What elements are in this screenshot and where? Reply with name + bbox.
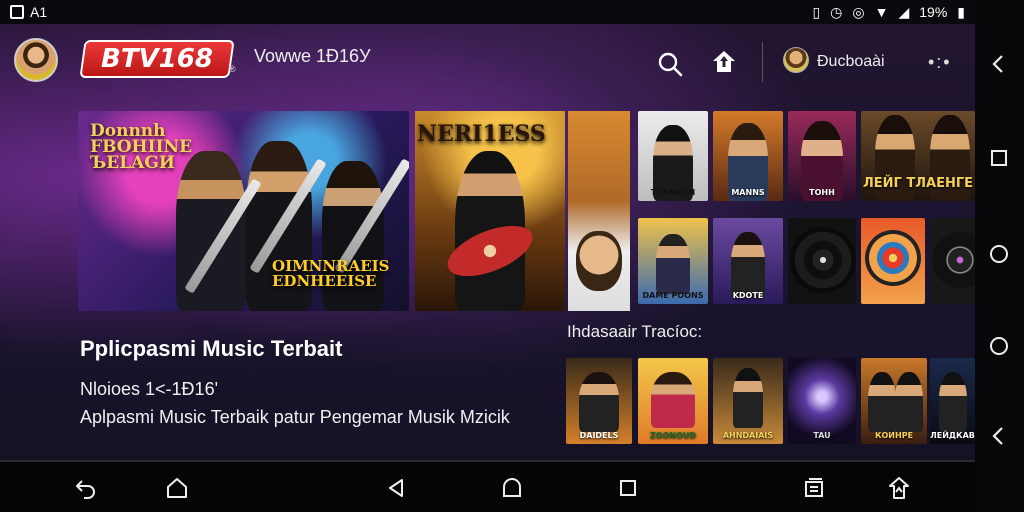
- window-icon[interactable]: [802, 476, 826, 500]
- recents-icon[interactable]: [616, 476, 640, 500]
- album-label: ЛЕЙГ ТЛАЕНГЕ: [862, 176, 974, 191]
- signal-icon: ◢: [898, 4, 910, 20]
- back-icon[interactable]: [384, 476, 408, 500]
- artist-figure: [938, 372, 967, 432]
- alarm-icon: ◷: [830, 4, 843, 20]
- album-card[interactable]: TAU: [788, 358, 856, 444]
- username[interactable]: Ðucboaài: [817, 53, 885, 71]
- registered-mark: ®: [229, 64, 236, 74]
- album-label: ТОНН: [809, 188, 835, 197]
- featured-banner-2[interactable]: NERI1ESS: [415, 111, 565, 311]
- artist-face: [576, 231, 622, 291]
- vinyl-record-image: [790, 227, 856, 293]
- vinyl-card[interactable]: [930, 218, 975, 304]
- artist-figure: [579, 372, 619, 432]
- album-label: TRANNUN: [650, 188, 696, 197]
- featured-banner-1[interactable]: Donnnh FBOHIINE ЪELAGИ OIMNNRAEIS EDNHEE…: [78, 111, 409, 311]
- row-title: Ihdasaair Tracíoc:: [567, 322, 703, 341]
- album-card[interactable]: ЛЕЙДКАВ: [930, 358, 975, 444]
- album-card[interactable]: ZOONOUD: [638, 358, 708, 444]
- banner-subtitle: OIMNNRAEIS EDNHEEISE: [272, 257, 390, 290]
- album-label: КОИНРЕ: [874, 431, 914, 440]
- home-up-icon[interactable]: [710, 48, 738, 76]
- top-bar: BTV168 ® Vowwe 1Ð16У Ðucboaài •:•: [0, 24, 975, 96]
- user-avatar[interactable]: [783, 47, 809, 73]
- artist-figure: [868, 372, 897, 432]
- home-circle-icon[interactable]: [987, 242, 1011, 266]
- album-label: DAME POONS: [642, 291, 704, 300]
- artist-figure: [733, 368, 763, 428]
- album-label: DAIDELS: [579, 431, 619, 440]
- music-app: BTV168 ® Vowwe 1Ð16У Ðucboaài •:• Donnnh…: [0, 24, 975, 460]
- album-card[interactable]: TRANNUN: [638, 111, 708, 201]
- album-label: AHNDAIAIS: [722, 431, 774, 440]
- featured-banner-3[interactable]: [568, 111, 630, 311]
- status-bar: A1 ▯ ◷ ◎ ▼ ◢ 19% ▮: [0, 0, 975, 24]
- home-icon[interactable]: [165, 476, 189, 500]
- banner-title: Donnnh FBOHIINE ЪELAGИ: [90, 121, 193, 173]
- vibrate-icon: ▯: [812, 4, 821, 20]
- status-left-text: A1: [30, 4, 48, 20]
- album-label: ZOONOUD: [649, 431, 697, 440]
- app-logo[interactable]: BTV168: [79, 40, 235, 78]
- side-nav-bar: [975, 0, 1024, 512]
- header-divider: [762, 42, 763, 82]
- album-card[interactable]: [861, 218, 925, 304]
- album-label: MANNS: [731, 188, 765, 197]
- artist-figure: [651, 372, 695, 428]
- more-icon[interactable]: •:•: [928, 52, 952, 73]
- album-label: ЛЕЙДКАВ: [930, 431, 975, 440]
- album-label: TAU: [813, 431, 831, 440]
- album-label: KDOTE: [732, 291, 764, 300]
- vinyl-record-image: [865, 230, 921, 286]
- sim-icon: [10, 5, 24, 19]
- recents-icon[interactable]: [987, 146, 1011, 170]
- home-icon[interactable]: [500, 476, 524, 500]
- album-card[interactable]: AHNDAIAIS: [713, 358, 783, 444]
- album-card[interactable]: КОИНРЕ: [861, 358, 927, 444]
- profile-avatar[interactable]: [14, 38, 58, 82]
- logo-text: BTV168: [101, 44, 213, 74]
- album-card[interactable]: DAIDELS: [566, 358, 632, 444]
- album-card[interactable]: ТОНН: [788, 111, 856, 201]
- version-text: Vowwe 1Ð16У: [254, 46, 371, 66]
- battery-icon: ▮: [957, 4, 965, 20]
- album-card[interactable]: ЛЕЙГ ТЛАЕНГЕ: [861, 111, 975, 201]
- album-card[interactable]: DAME POONS: [638, 218, 708, 304]
- vinyl-card[interactable]: [788, 218, 856, 304]
- bottom-nav-bar: [0, 460, 975, 512]
- release-info: Nloioes 1<-1Ð16': [80, 379, 219, 399]
- album-card[interactable]: MANNS: [713, 111, 783, 201]
- search-icon[interactable]: [656, 50, 684, 78]
- chevron-left-icon[interactable]: [987, 52, 1011, 76]
- app-description: Aplpasmi Music Terbaik patur Pengemar Mu…: [80, 407, 510, 427]
- wifi-icon: ▼: [874, 4, 889, 20]
- undo-icon[interactable]: [74, 476, 98, 500]
- section-title: Pplicpasmi Music Terbait: [80, 336, 343, 361]
- home-circle-icon[interactable]: [987, 334, 1011, 358]
- artist-figure: [656, 234, 690, 294]
- whatsapp-icon: ◎: [852, 4, 865, 20]
- banner-title: NERI1ESS: [417, 121, 546, 147]
- chevron-left-icon[interactable]: [987, 424, 1011, 448]
- home-up-icon[interactable]: [887, 476, 911, 500]
- artist-figure: [894, 372, 923, 432]
- vinyl-record-image: [932, 232, 975, 288]
- album-card[interactable]: KDOTE: [713, 218, 783, 304]
- artist-figure: [731, 232, 765, 298]
- battery-percent: 19%: [919, 4, 948, 20]
